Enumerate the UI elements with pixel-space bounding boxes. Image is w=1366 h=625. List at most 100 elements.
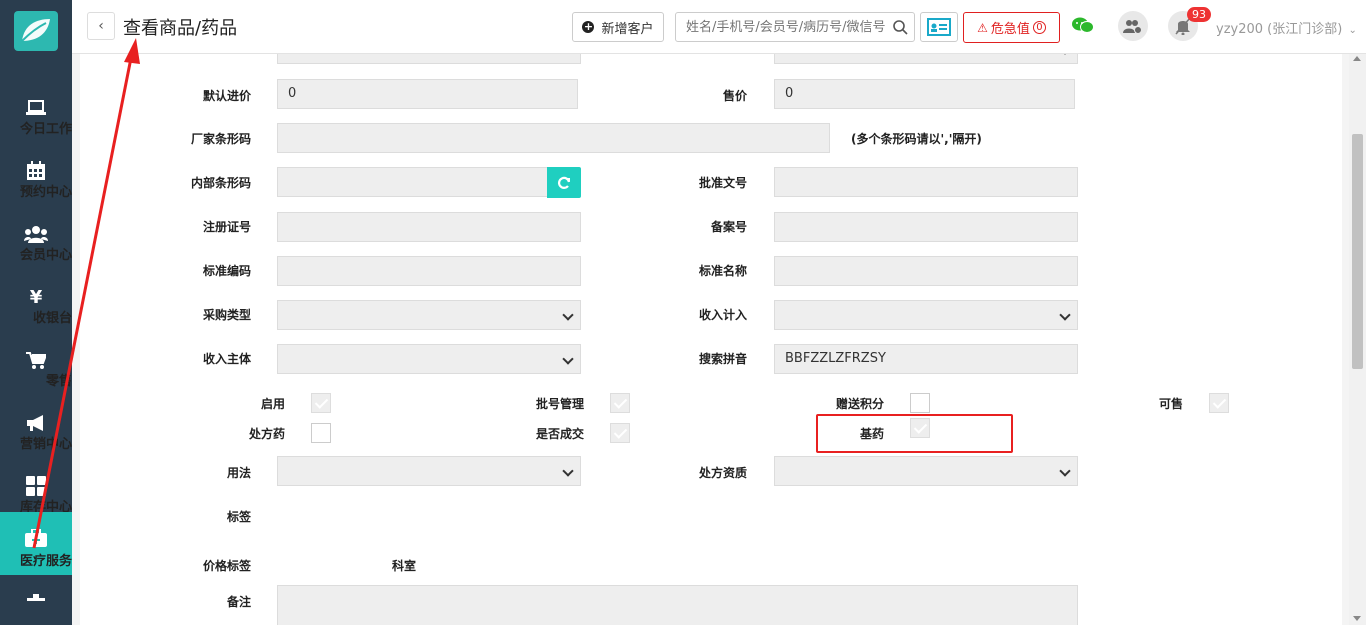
- sidebar: 今日工作 预约中心 会员中心 ¥ 收银台 零售 营销中心 库存中心 医疗服务: [0, 0, 72, 625]
- top-hidden-field[interactable]: [277, 54, 581, 64]
- approval-no-label: 批准文号: [698, 176, 747, 190]
- user-name-label: yzy200 (张江门诊部): [1216, 22, 1343, 37]
- price-label: 售价: [722, 89, 747, 103]
- back-button[interactable]: ‹: [87, 12, 115, 40]
- highlight-box: [816, 414, 1013, 453]
- barcode-input[interactable]: [277, 123, 830, 153]
- internal-code-input[interactable]: [277, 167, 548, 197]
- id-card-icon: [927, 18, 951, 36]
- usage-select[interactable]: [277, 456, 581, 486]
- barcode-note: (多个条形码请以','隔开): [851, 132, 982, 146]
- user-menu[interactable]: yzy200 (张江门诊部) ⌄: [1216, 18, 1357, 37]
- scroll-down-icon[interactable]: [1353, 616, 1361, 621]
- refresh-code-button[interactable]: [547, 167, 581, 198]
- laptop-icon: [26, 100, 46, 115]
- critical-value-label: 危急值: [990, 22, 1030, 37]
- remark-textarea[interactable]: [277, 585, 1078, 625]
- batch-label: 批号管理: [535, 397, 584, 411]
- batch-checkbox[interactable]: [610, 393, 630, 413]
- top-hidden-select[interactable]: [774, 54, 1078, 64]
- std-name-label: 标准名称: [698, 264, 747, 278]
- refresh-icon: [557, 176, 571, 189]
- sidebar-item-cashier[interactable]: ¥ 收银台: [0, 273, 72, 336]
- remark-label: 备注: [226, 595, 251, 609]
- grid-icon: [26, 476, 46, 496]
- pinyin-input[interactable]: BBFZZLZFRZSY: [774, 344, 1078, 374]
- enabled-label: 启用: [260, 397, 285, 411]
- rx-label: 处方药: [248, 427, 285, 441]
- new-customer-label: 新增客户: [601, 21, 654, 37]
- reg-cert-input[interactable]: [277, 212, 581, 242]
- critical-value-button[interactable]: ⚠ 危急值 0: [963, 12, 1060, 43]
- deal-label: 是否成交: [535, 427, 584, 441]
- rx-qual-select[interactable]: [774, 456, 1078, 486]
- page-title: 查看商品/药品: [123, 18, 238, 39]
- pinyin-label: 搜索拼音: [698, 352, 747, 366]
- sidebar-item-today-work[interactable]: 今日工作: [0, 84, 72, 147]
- cart-icon: [26, 352, 46, 369]
- rx-qual-label: 处方资质: [698, 466, 747, 480]
- sidebar-item-label: 零售: [45, 374, 72, 389]
- app-logo[interactable]: [14, 11, 58, 51]
- sidebar-item-more[interactable]: [0, 580, 72, 625]
- income-subject-label: 收入主体: [202, 352, 251, 366]
- sellable-label: 可售: [1158, 397, 1183, 411]
- more-icon: [27, 594, 45, 601]
- deal-checkbox[interactable]: [610, 423, 630, 443]
- income-count-select[interactable]: [774, 300, 1078, 330]
- scroll-thumb[interactable]: [1352, 134, 1363, 369]
- yen-icon: ¥: [29, 286, 43, 308]
- chevron-down-icon: ⌄: [1348, 25, 1357, 36]
- income-subject-select[interactable]: [277, 344, 581, 374]
- staff-settings-icon: [1123, 20, 1142, 34]
- id-card-button[interactable]: [920, 12, 958, 42]
- internal-code-label: 内部条形码: [190, 176, 251, 190]
- search-input[interactable]: [676, 13, 886, 41]
- dept-label: 科室: [391, 559, 416, 573]
- filing-no-input[interactable]: [774, 212, 1078, 242]
- sidebar-item-label: 会员中心: [19, 248, 72, 263]
- filing-no-label: 备案号: [710, 220, 747, 234]
- purchase-type-select[interactable]: [277, 300, 581, 330]
- default-cost-label: 默认进价: [202, 89, 251, 103]
- reg-cert-label: 注册证号: [202, 220, 251, 234]
- new-customer-button[interactable]: + 新增客户: [572, 12, 664, 42]
- sidebar-item-label: 医疗服务: [19, 554, 72, 569]
- search-icon[interactable]: [892, 19, 908, 35]
- income-count-label: 收入计入: [698, 308, 747, 322]
- sellable-checkbox[interactable]: [1209, 393, 1229, 413]
- barcode-label: 厂家条形码: [190, 132, 251, 146]
- default-cost-input[interactable]: 0: [277, 79, 578, 109]
- users-icon: [24, 226, 48, 243]
- rx-checkbox[interactable]: [311, 423, 331, 443]
- sidebar-item-marketing[interactable]: 营销中心: [0, 399, 72, 462]
- sidebar-item-medical[interactable]: 医疗服务: [0, 512, 72, 575]
- warning-icon: ⚠: [977, 20, 988, 35]
- scroll-up-icon[interactable]: [1353, 56, 1361, 61]
- wechat-icon[interactable]: [1072, 16, 1094, 34]
- page-scrollbar[interactable]: [1349, 54, 1366, 625]
- critical-value-count: 0: [1032, 21, 1046, 34]
- sidebar-item-appointment[interactable]: 预约中心: [0, 147, 72, 210]
- purchase-type-label: 采购类型: [202, 308, 251, 322]
- sidebar-item-retail[interactable]: 零售: [0, 336, 72, 399]
- price-input[interactable]: 0: [774, 79, 1075, 109]
- sidebar-item-label: 收银台: [32, 311, 72, 326]
- approval-no-input[interactable]: [774, 167, 1078, 197]
- points-checkbox[interactable]: [910, 393, 930, 413]
- top-header: ‹ 查看商品/药品 + 新增客户 ⚠ 危急值 0 93 yzy200 (张江门诊…: [72, 0, 1366, 54]
- enabled-checkbox[interactable]: [311, 393, 331, 413]
- search-box: [675, 12, 915, 42]
- std-code-label: 标准编码: [202, 264, 251, 278]
- sidebar-item-label: 今日工作: [19, 122, 72, 137]
- std-code-input[interactable]: [277, 256, 581, 286]
- medkit-icon: [25, 529, 47, 547]
- std-name-input[interactable]: [774, 256, 1078, 286]
- chevron-left-icon: ‹: [98, 18, 104, 34]
- staff-button[interactable]: [1118, 11, 1148, 41]
- price-tag-label: 价格标签: [202, 559, 251, 573]
- sidebar-item-label: 预约中心: [19, 185, 72, 200]
- usage-label: 用法: [226, 466, 251, 480]
- sidebar-item-members[interactable]: 会员中心: [0, 210, 72, 273]
- calendar-icon: [27, 161, 45, 180]
